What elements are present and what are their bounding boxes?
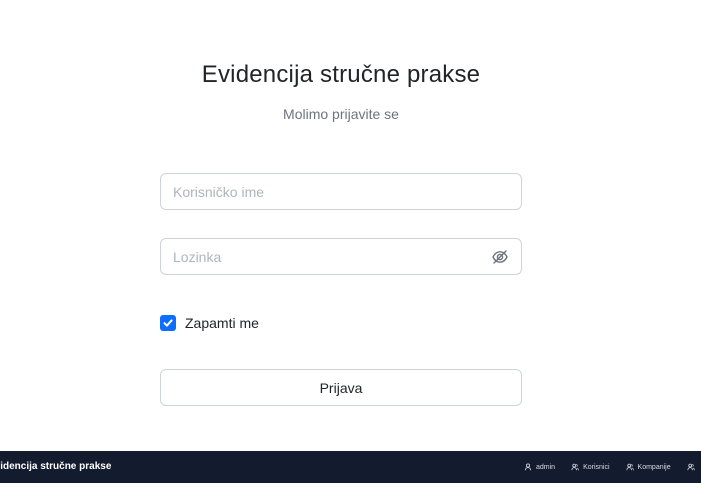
password-input[interactable] (161, 239, 521, 274)
eye-slash-icon[interactable] (491, 248, 509, 266)
login-page: Evidencija stručne prakse Molimo prijavi… (0, 0, 701, 493)
username-input[interactable] (161, 174, 521, 209)
users-icon (571, 463, 579, 471)
nav-link-label: admin (536, 463, 556, 471)
user-icon (524, 463, 532, 471)
nav-link-label: Kompanije (637, 463, 671, 471)
users-icon (625, 463, 634, 471)
navbar: Evidencija stručne prakse admin Korisnic… (0, 451, 701, 483)
remember-me-label: Zapamti me (185, 315, 259, 331)
page-subtitle: Molimo prijavite se (283, 106, 399, 122)
nav-link-label: Korisnici (583, 463, 610, 471)
page-title: Evidencija stručne prakse (201, 61, 481, 88)
login-button[interactable]: Prijava (160, 369, 522, 406)
nav-link-kompanije[interactable]: Kompanije (625, 463, 671, 471)
navbar-brand[interactable]: Evidencija stručne prakse (0, 451, 111, 483)
password-field[interactable] (160, 238, 522, 275)
navbar-links: admin Korisnici Kompanije (524, 451, 701, 483)
username-field[interactable] (160, 173, 522, 210)
users-icon (687, 463, 695, 471)
checkbox-checked-icon[interactable] (160, 315, 176, 331)
nav-link-more[interactable] (687, 463, 699, 471)
nav-link-admin[interactable]: admin (524, 463, 555, 471)
remember-me-checkbox[interactable]: Zapamti me (160, 313, 259, 333)
nav-link-korisnici[interactable]: Korisnici (571, 463, 610, 471)
